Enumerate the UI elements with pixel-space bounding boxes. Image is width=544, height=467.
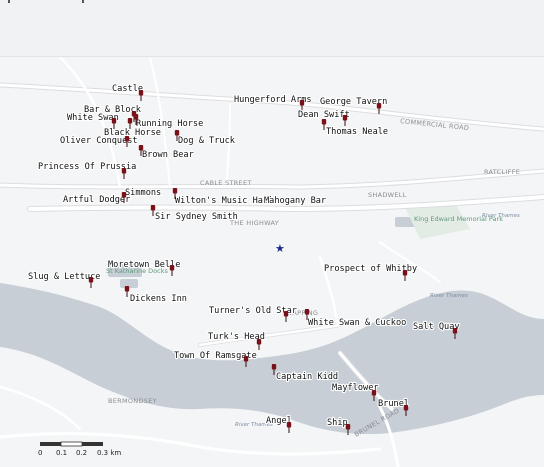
scale-tick-label: 0.1 [56,449,67,457]
ratcliffe-label: RATCLIFFE [484,168,520,176]
marker-label: Wilton's Music Hall [175,196,273,206]
marker-label: Castle [112,84,143,94]
marker-label: Salt Quay [413,322,460,332]
marker-label: Moretown Belle [108,260,180,270]
marker-label: Turk's Head [208,332,265,342]
scale-segment [82,442,103,446]
map-view[interactable]: CABLE STREET THE HIGHWAY SHADWELL RATCLI… [0,57,544,467]
scale-tick-label: 0.2 [76,449,87,457]
top-toolbar [0,0,544,57]
marker-label: Dean Swift [298,110,350,120]
marker-label: Sir Sydney Smith [155,212,238,222]
marker-label: Dog & Truck [178,136,236,146]
scale-tick-label: 0.3 km [97,449,121,457]
marker-label: Dickens Inn [130,294,187,304]
marker-label: Turner's Old Star [209,306,297,316]
river-label: River Thames [482,213,520,219]
map-canvas[interactable]: CABLE STREET THE HIGHWAY SHADWELL RATCLI… [0,57,544,467]
toolbar-mark [8,0,10,3]
cable-street-label: CABLE STREET [200,179,252,187]
scale-segment [40,442,61,446]
marker-label: Princess Of Prussia [38,162,136,172]
toolbar-mark [82,0,84,3]
marker-label: White Swan & Cuckoo [308,318,406,328]
marker-label: Brown Bear [142,150,194,160]
scale-tick-label: 0 [38,449,42,457]
location-star-icon[interactable]: ★ [275,242,285,255]
marker-label: Captain Kidd [276,372,338,382]
marker-label: Simmons [125,188,161,198]
marker-label: Ship [327,418,348,428]
marker-mahogany-bar[interactable]: Mahogany Bar [263,195,327,207]
marker-label: Mayflower [332,383,379,393]
shadwell-label: SHADWELL [368,191,407,199]
scale-segment [60,441,83,447]
marker-label: Mahogany Bar [264,196,326,206]
marker-label: Thomas Neale [326,127,388,137]
marker-label: White Swan [67,113,119,123]
map-app: CABLE STREET THE HIGHWAY SHADWELL RATCLI… [0,0,544,467]
marker-label: Artful Dodger [63,195,130,205]
river-label: River Thames [430,293,468,299]
marker-simmons[interactable]: Simmons [124,187,162,199]
marker-oliver-conquest[interactable]: Oliver Conquest [59,135,139,147]
bermondsey-label: BERMONDSEY [108,397,157,405]
